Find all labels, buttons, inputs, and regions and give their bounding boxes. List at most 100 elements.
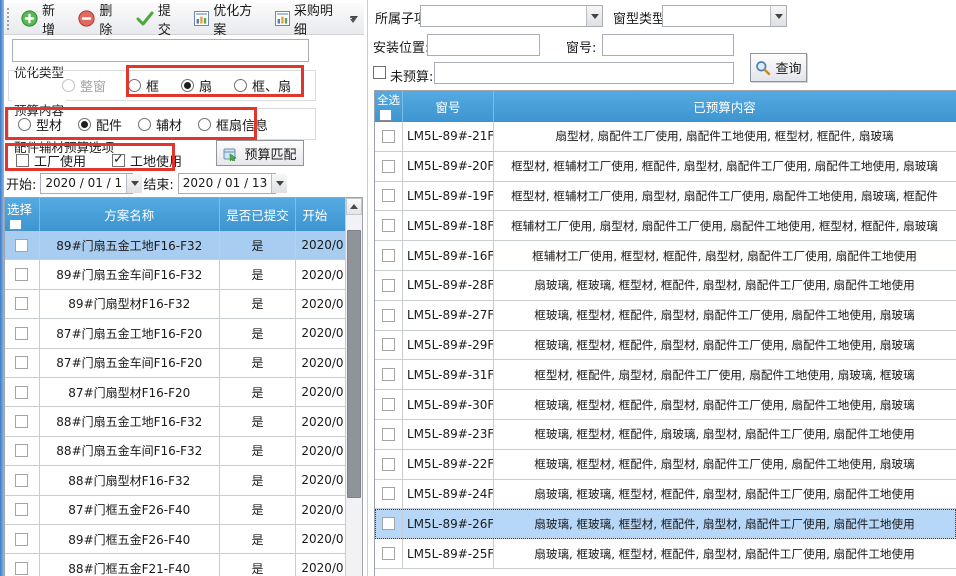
- radio-frame-sash[interactable]: 框、扇: [234, 76, 291, 95]
- plan-row[interactable]: 88#门扇型材F16-F32是2020/0: [5, 466, 362, 495]
- header-submitted[interactable]: 是否已提交: [220, 198, 297, 231]
- row-checkbox[interactable]: [15, 356, 28, 369]
- plan-table-scrollbar[interactable]: [345, 198, 362, 576]
- toolbar-overflow-button[interactable]: [346, 11, 360, 29]
- row-checkbox[interactable]: [382, 458, 395, 471]
- plan-row[interactable]: 89#门扇型材F16-F32是2020/0: [5, 290, 362, 319]
- row-checkbox[interactable]: [15, 268, 28, 281]
- budget-row[interactable]: LM5L-89#-16F15框辅材工厂使用, 框型材, 框配件, 扇型材, 扇配…: [375, 241, 956, 271]
- row-select-cell: [5, 231, 40, 259]
- select-all-checkbox[interactable]: [9, 219, 22, 230]
- radio-whole-window[interactable]: 整窗: [62, 76, 106, 95]
- plan-row[interactable]: 87#门扇五金车间F16-F20是2020/0: [5, 349, 362, 378]
- radio-frame[interactable]: 框: [128, 76, 159, 95]
- row-checkbox[interactable]: [15, 327, 28, 340]
- row-checkbox[interactable]: [15, 415, 28, 428]
- row-checkbox[interactable]: [382, 428, 395, 441]
- header-budgeted-content[interactable]: 已预算内容: [494, 91, 955, 122]
- plan-row[interactable]: 89#门扇五金车间F16-F32是2020/0: [5, 260, 362, 289]
- window-no-cell: LM5L-89#-27F25: [403, 301, 494, 330]
- row-checkbox[interactable]: [382, 547, 395, 560]
- scrollbar-thumb[interactable]: [347, 230, 361, 498]
- budget-row[interactable]: LM5L-89#-27F25框玻璃, 框型材, 框配件, 扇型材, 扇配件工厂使…: [375, 301, 956, 331]
- row-checkbox[interactable]: [15, 239, 28, 252]
- chevron-down-icon[interactable]: [271, 174, 287, 193]
- budget-row[interactable]: LM5L-89#-28F26扇玻璃, 框玻璃, 框型材, 框配件, 扇型材, 扇…: [375, 271, 956, 301]
- row-checkbox[interactable]: [382, 309, 395, 322]
- row-checkbox[interactable]: [382, 398, 395, 411]
- unbudgeted-input[interactable]: [434, 62, 734, 84]
- radio-frame-sash-info[interactable]: 框扇信息: [198, 115, 268, 134]
- row-checkbox[interactable]: [15, 503, 28, 516]
- budget-row[interactable]: LM5L-89#-22F20框玻璃, 框型材, 框配件, 扇型材, 扇配件工厂使…: [375, 450, 956, 480]
- query-button[interactable]: 查询: [750, 53, 807, 82]
- plan-filter-input[interactable]: [12, 39, 309, 62]
- radio-profile[interactable]: 型材: [18, 115, 62, 134]
- budget-match-button[interactable]: 预算匹配: [216, 140, 304, 166]
- row-checkbox[interactable]: [382, 338, 395, 351]
- window-type-combo[interactable]: [662, 5, 787, 27]
- optimize-plan-button[interactable]: 优化方案: [188, 0, 269, 41]
- budget-row[interactable]: LM5L-89#-30F28框玻璃, 框型材, 框配件, 扇型材, 扇配件工厂使…: [375, 390, 956, 420]
- plan-row[interactable]: 88#门扇五金工地F16-F32是2020/0: [5, 407, 362, 436]
- row-checkbox[interactable]: [382, 130, 395, 143]
- plan-row[interactable]: 89#门扇五金工地F16-F32是2020/0: [5, 231, 362, 260]
- budget-row[interactable]: LM5L-89#-26F24扇玻璃, 框玻璃, 框型材, 框配件, 扇型材, 扇…: [375, 509, 956, 539]
- row-checkbox[interactable]: [382, 517, 395, 530]
- plan-row[interactable]: 87#门框五金F26-F40是2020/0: [5, 496, 362, 525]
- row-checkbox[interactable]: [382, 368, 395, 381]
- row-checkbox[interactable]: [15, 533, 28, 546]
- budget-row[interactable]: LM5L-89#-20F18框型材, 框辅材工厂使用, 框配件, 扇型材, 扇配…: [375, 152, 956, 182]
- row-checkbox[interactable]: [382, 249, 395, 262]
- budget-row[interactable]: LM5L-89#-18F16框辅材工厂使用, 扇型材, 扇配件工厂使用, 扇配件…: [375, 211, 956, 241]
- unbudgeted-checkbox[interactable]: [373, 66, 386, 79]
- scroll-up-button[interactable]: [346, 198, 362, 215]
- chevron-down-icon[interactable]: [770, 6, 786, 26]
- radio-sash[interactable]: 扇: [181, 76, 212, 95]
- start-date-picker[interactable]: 2020 / 01 / 1: [40, 173, 133, 194]
- minus-circle-icon: [78, 10, 95, 27]
- budget-row[interactable]: LM5L-89#-19F17框型材, 框辅材工厂使用, 扇型材, 扇配件工厂使用…: [375, 182, 956, 212]
- budget-row[interactable]: LM5L-89#-31F29框型材, 框配件, 扇型材, 扇配件工厂使用, 扇配…: [375, 360, 956, 390]
- row-select-cell: [375, 360, 403, 389]
- row-checkbox[interactable]: [382, 189, 395, 202]
- plan-row[interactable]: 89#门框五金F26-F40是2020/0: [5, 525, 362, 554]
- budget-row[interactable]: LM5L-89#-24F22扇玻璃, 框玻璃, 框型材, 框配件, 扇型材, 扇…: [375, 480, 956, 510]
- plan-name-cell: 88#门框五金F21-F40: [40, 554, 220, 576]
- end-date-picker[interactable]: 2020 / 01 / 13: [178, 173, 276, 194]
- row-select-cell: [375, 241, 403, 270]
- plan-row[interactable]: 87#门扇五金工地F16-F20是2020/0: [5, 319, 362, 348]
- add-button[interactable]: 新增: [15, 0, 72, 41]
- header-plan-name[interactable]: 方案名称: [40, 198, 220, 231]
- select-all-checkbox[interactable]: [379, 109, 392, 121]
- row-checkbox[interactable]: [382, 487, 395, 500]
- sub-item-combo[interactable]: [420, 5, 603, 27]
- row-checkbox[interactable]: [382, 279, 395, 292]
- row-checkbox[interactable]: [15, 562, 28, 575]
- submit-button[interactable]: 提交: [130, 0, 188, 41]
- delete-button[interactable]: 删除: [72, 0, 129, 41]
- budget-row[interactable]: LM5L-89#-21F19扇型材, 扇配件工厂使用, 扇配件工地使用, 框型材…: [375, 122, 956, 152]
- budget-row[interactable]: LM5L-89#-23F21框玻璃, 框型材, 框配件, 扇玻璃, 扇型材, 扇…: [375, 420, 956, 450]
- checkbox-site-use[interactable]: 工地使用: [112, 151, 182, 170]
- header-window-no[interactable]: 窗号: [403, 91, 494, 122]
- plan-row[interactable]: 87#门扇型材F16-F20是2020/0: [5, 378, 362, 407]
- row-checkbox[interactable]: [15, 297, 28, 310]
- row-checkbox[interactable]: [382, 160, 395, 173]
- install-position-input[interactable]: [427, 34, 540, 56]
- checkbox-factory-use[interactable]: 工厂使用: [16, 151, 86, 170]
- chevron-down-icon[interactable]: [126, 174, 142, 193]
- toolbar-grip[interactable]: [7, 8, 10, 30]
- budget-row[interactable]: LM5L-89#-29F27框玻璃, 框型材, 框配件, 扇型材, 扇配件工厂使…: [375, 331, 956, 361]
- plan-row[interactable]: 88#门框五金F21-F40是2020/0: [5, 554, 362, 576]
- window-no-input[interactable]: [602, 34, 734, 56]
- row-checkbox[interactable]: [15, 444, 28, 457]
- row-checkbox[interactable]: [382, 219, 395, 232]
- plan-row[interactable]: 88#门扇五金车间F16-F32是2020/0: [5, 437, 362, 466]
- radio-auxiliary[interactable]: 辅材: [138, 115, 182, 134]
- radio-accessory[interactable]: 配件: [78, 115, 122, 134]
- row-checkbox[interactable]: [15, 386, 28, 399]
- budget-row[interactable]: LM5L-89#-25F23扇玻璃, 框玻璃, 框型材, 框配件, 扇型材, 扇…: [375, 539, 956, 569]
- row-checkbox[interactable]: [15, 474, 28, 487]
- chevron-down-icon[interactable]: [586, 6, 602, 26]
